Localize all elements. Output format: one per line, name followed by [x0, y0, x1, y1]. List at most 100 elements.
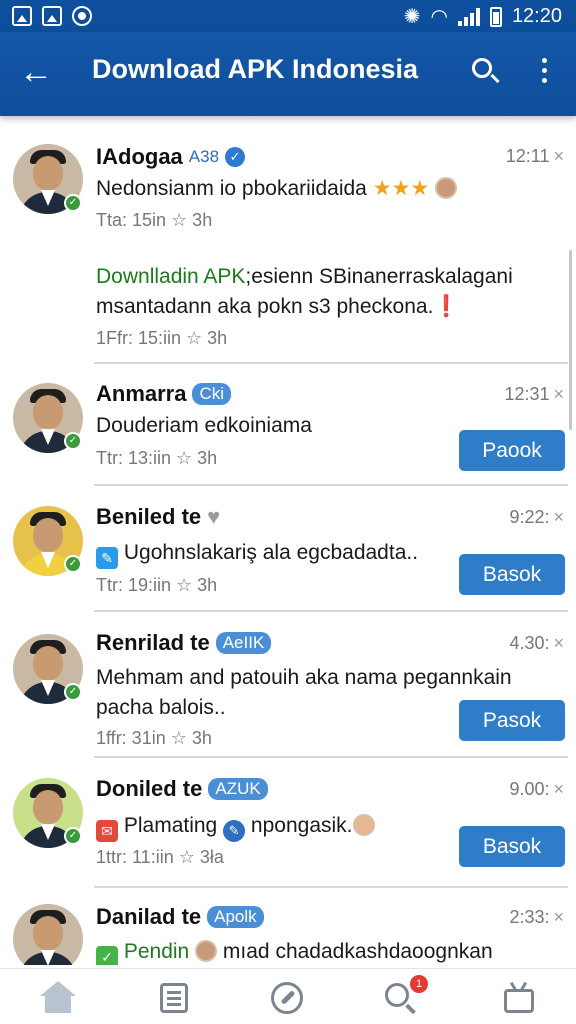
list-item[interactable]: ✓ Beniled te ♥ 9:22: × ✎ Ugohnslakariş al…	[0, 486, 576, 612]
post-text: npongasik.	[250, 814, 353, 837]
post-link-text[interactable]: Downlladin APK	[96, 265, 245, 288]
list-item[interactable]: Downlladin APK;esienn SBinanerraskalagan…	[0, 250, 576, 364]
feed-list[interactable]: ✓ IAdogaa A38 ✓ 12:11 × Nedonsianm io pbo…	[0, 120, 576, 965]
author-name[interactable]: IAdogaa	[96, 144, 183, 170]
time-label: 12:11	[505, 146, 550, 166]
post-meta: Ttr: 19:iin ☆ 3h	[96, 575, 218, 595]
edit-icon: ✎	[96, 547, 118, 569]
emoji-face-icon	[352, 814, 375, 836]
author-tag: AZUK	[208, 778, 268, 800]
author-name[interactable]: Doniled te	[96, 776, 202, 802]
follow-button[interactable]: Basok	[459, 826, 565, 867]
emoji-avatar-icon	[435, 177, 458, 199]
post-author[interactable]: Beniled te ♥	[96, 504, 220, 530]
notification-badge: 1	[410, 975, 428, 993]
home-icon[interactable]	[40, 981, 76, 1015]
news-icon[interactable]	[157, 981, 193, 1015]
pencil-icon: ✎	[223, 820, 246, 842]
status-bar: ✺ ◠ 12:20	[0, 0, 576, 32]
close-icon[interactable]: ×	[553, 633, 564, 653]
star-rating: ★★★	[372, 177, 430, 200]
back-arrow-icon[interactable]: ←	[16, 52, 56, 92]
emoji-avatar-icon	[195, 940, 218, 962]
search-icon[interactable]	[466, 52, 502, 92]
post-author[interactable]: Anmarra Cki	[96, 381, 232, 407]
battery-icon	[489, 6, 502, 27]
list-item[interactable]: ✓ IAdogaa A38 ✓ 12:11 × Nedonsianm io pbo…	[0, 120, 576, 230]
post-time: 9:22: ×	[509, 507, 564, 528]
signal-icon	[457, 7, 480, 26]
tv-icon[interactable]	[502, 981, 538, 1015]
scrollbar[interactable]	[569, 250, 572, 430]
post-body: ✓ Pendin mıad chadadkashdaoognkan	[96, 937, 566, 965]
post-author[interactable]: Renrilad te AeIIK	[96, 630, 272, 656]
post-time: 4.30: ×	[509, 633, 564, 654]
author-name[interactable]: Danilad te	[96, 904, 201, 930]
gallery-notification-icon	[42, 6, 62, 26]
notification-search-icon[interactable]: 1	[384, 975, 428, 1015]
verified-check-icon: ✓	[225, 147, 246, 167]
author-name[interactable]: Anmarra	[96, 381, 186, 407]
post-link-text[interactable]: Pendin	[124, 940, 189, 963]
follow-button[interactable]: Pasok	[459, 700, 565, 741]
verified-icon: ✓	[64, 827, 82, 845]
post-author[interactable]: IAdogaa A38 ✓	[96, 144, 246, 170]
list-item[interactable]: Danilad te Apolk 2:33: × ✓ Pendin mıad ch…	[0, 888, 576, 965]
close-icon[interactable]: ×	[553, 384, 564, 404]
post-meta: 1Ffr: 15:iin ☆ 3h	[96, 328, 228, 348]
status-time: 12:20	[511, 5, 562, 27]
post-text: Plamating	[123, 814, 218, 837]
record-notification-icon	[72, 6, 92, 26]
more-options-icon[interactable]	[532, 54, 556, 94]
list-item[interactable]: ✓ Doniled te AZUK 9.00: × ✉ Plamating ✎ n…	[0, 758, 576, 888]
author-tag: A38	[188, 147, 220, 166]
author-name[interactable]: Beniled te	[96, 504, 201, 530]
verified-icon: ✓	[64, 555, 82, 573]
post-text: Ugohnslakariş ala egcbadadta..	[123, 541, 419, 564]
brightness-icon: ✺	[403, 6, 421, 28]
verified-icon: ✓	[64, 194, 82, 212]
exclamation-icon: ❗	[433, 295, 460, 318]
list-item[interactable]: ✓ Renrilad te AeIIK 4.30: × Mehmam and pa…	[0, 612, 576, 758]
post-author[interactable]: Doniled te AZUK	[96, 776, 268, 802]
app-icon: ✉	[96, 820, 118, 842]
explore-icon[interactable]	[270, 981, 306, 1015]
list-item[interactable]: ✓ Anmarra Cki 12:31 × Douderiam edkoiniam…	[0, 364, 576, 486]
bottom-navigation: 1	[0, 968, 576, 1024]
close-icon[interactable]: ×	[553, 779, 564, 799]
post-text: mıad chadadkashdaoognkan	[222, 940, 493, 963]
heart-icon[interactable]: ♥	[207, 504, 220, 530]
post-time: 9.00: ×	[509, 779, 564, 800]
wifi-icon: ◠	[430, 6, 448, 28]
post-time: 12:31 ×	[504, 384, 564, 405]
image-notification-icon	[12, 6, 32, 26]
verified-icon: ✓	[64, 683, 82, 701]
post-body: Downlladin APK;esienn SBinanerraskalagan…	[96, 262, 536, 322]
follow-button[interactable]: Paook	[459, 430, 565, 471]
close-icon[interactable]: ×	[553, 907, 564, 927]
author-tag: Cki	[192, 383, 232, 405]
post-meta: Ttr: 13:iin ☆ 3h	[96, 448, 218, 468]
post-time: 12:11 ×	[506, 146, 564, 167]
verified-icon: ✓	[64, 432, 82, 450]
author-tag: Apolk	[207, 906, 264, 928]
time-label: 9:22:	[509, 507, 550, 527]
close-icon[interactable]: ×	[553, 507, 564, 527]
time-label: 4.30:	[509, 633, 550, 653]
follow-button[interactable]: Basok	[459, 554, 565, 595]
post-body: Nedonsianm io pbokariidaida ★★★	[96, 174, 566, 204]
post-time: 2:33: ×	[509, 907, 564, 928]
check-icon: ✓	[96, 946, 118, 965]
post-meta: Tta: 15in ☆ 3h	[96, 210, 213, 230]
author-name[interactable]: Renrilad te	[96, 630, 210, 656]
page-title: Download APK Indonesia	[92, 54, 419, 84]
post-meta: 1ttr: 11:iin ☆ 3ła	[96, 847, 224, 867]
author-tag: AeIIK	[215, 632, 272, 654]
close-icon[interactable]: ×	[553, 146, 564, 166]
post-text: Nedonsianm io pbokariidaida	[96, 177, 367, 200]
avatar[interactable]	[13, 904, 83, 965]
time-label: 9.00:	[509, 779, 550, 799]
post-author[interactable]: Danilad te Apolk	[96, 904, 264, 930]
post-meta: 1ffr: 31in ☆ 3h	[96, 728, 212, 748]
time-label: 2:33:	[509, 907, 550, 927]
